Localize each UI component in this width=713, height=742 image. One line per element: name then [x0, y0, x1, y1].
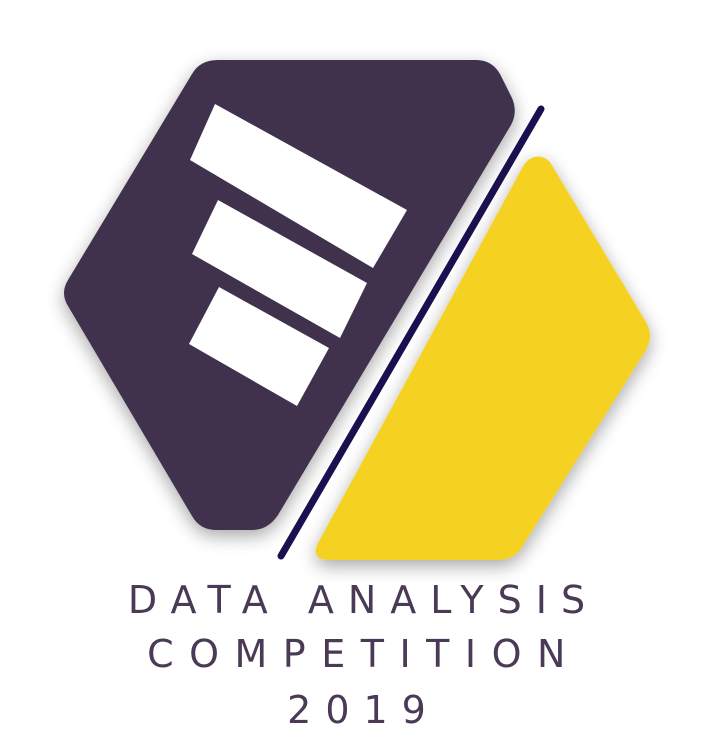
competition-logo — [64, 60, 650, 560]
caption-line-2: COMPETITION — [147, 632, 581, 676]
caption-line-1: DATA ANALYSIS — [127, 578, 600, 622]
caption-line-3: 2019 — [287, 688, 440, 732]
